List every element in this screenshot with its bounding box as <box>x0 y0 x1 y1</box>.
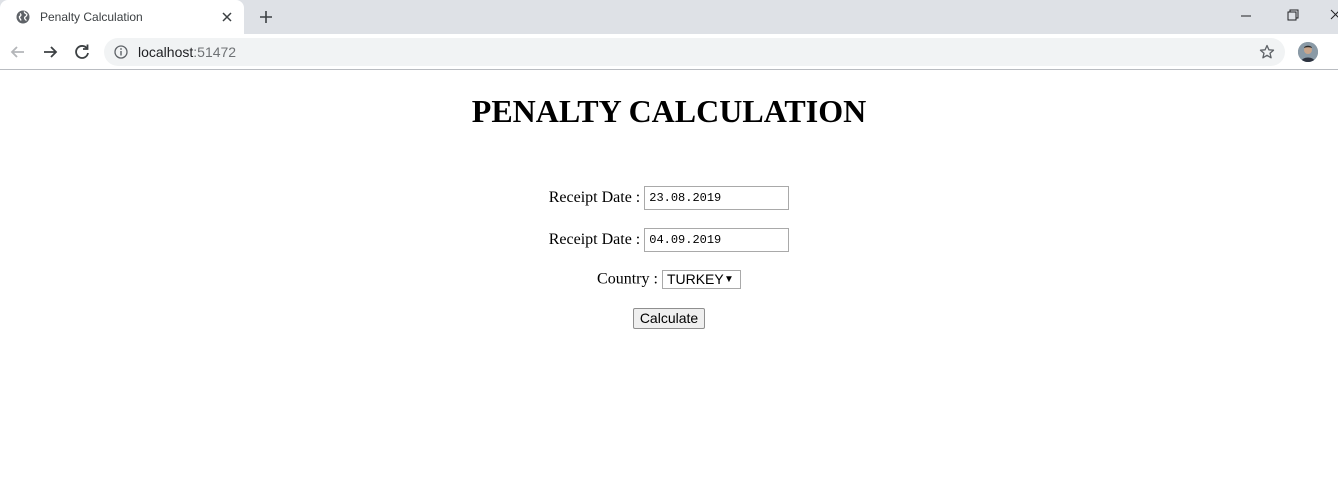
receipt-date-input-2[interactable]: 04.09.2019 <box>644 228 790 252</box>
avatar[interactable] <box>1298 42 1318 62</box>
new-tab-plus-icon[interactable] <box>257 8 275 26</box>
page-content: PENALTY CALCULATION Receipt Date : 23.08… <box>0 71 1338 484</box>
receipt-date-row-1: Receipt Date : 23.08.2019 <box>0 186 1338 210</box>
receipt-date-input-1[interactable]: 23.08.2019 <box>644 186 790 210</box>
tab-strip: Penalty Calculation <box>0 0 1338 34</box>
url-text: localhost:51472 <box>138 45 236 60</box>
address-bar[interactable]: localhost:51472 <box>104 38 1285 66</box>
receipt-date-label-1: Receipt Date : <box>548 189 641 206</box>
info-icon[interactable] <box>114 45 128 59</box>
window-close-icon[interactable] <box>1328 6 1338 24</box>
url-host: localhost <box>138 44 194 60</box>
back-arrow-icon[interactable] <box>8 42 28 62</box>
profile-picture-icon <box>1298 42 1318 62</box>
tab-title: Penalty Calculation <box>40 10 143 24</box>
restore-icon[interactable] <box>1284 6 1302 24</box>
calculate-row: Calculate <box>0 308 1338 329</box>
country-label: Country : <box>597 270 658 288</box>
receipt-date-label-2: Receipt Date : <box>548 231 641 248</box>
calculate-button[interactable]: Calculate <box>633 308 705 329</box>
reload-icon[interactable] <box>72 42 92 62</box>
browser-tab[interactable]: Penalty Calculation <box>0 0 244 34</box>
receipt-date-row-2: Receipt Date : 04.09.2019 <box>0 228 1338 252</box>
country-row: Country : TURKEY ▼ <box>0 270 1338 289</box>
dropdown-arrow-icon: ▼ <box>724 274 734 285</box>
bookmark-star-icon[interactable] <box>1259 44 1275 60</box>
country-select[interactable]: TURKEY ▼ <box>661 270 741 289</box>
globe-icon <box>16 10 30 24</box>
forward-arrow-icon[interactable] <box>40 42 60 62</box>
page-title: PENALTY CALCULATION <box>471 93 867 129</box>
url-port: :51472 <box>193 44 237 60</box>
browser-toolbar: localhost:51472 <box>0 34 1338 70</box>
close-icon[interactable] <box>220 10 234 24</box>
country-selected-value: TURKEY <box>666 271 724 287</box>
minimize-icon[interactable] <box>1238 8 1254 24</box>
